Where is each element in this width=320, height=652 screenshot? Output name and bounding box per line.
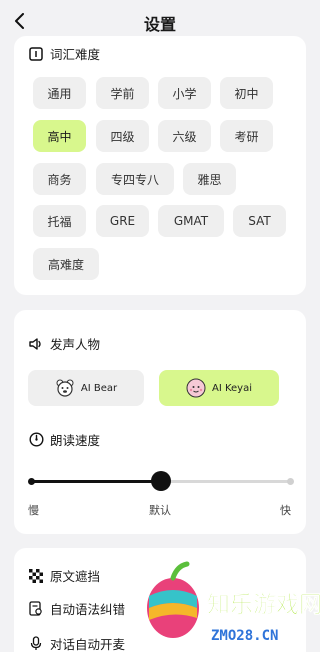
voice-option-ai-keyai[interactable]: AI Keyai	[159, 370, 279, 406]
checkerboard-icon	[28, 568, 44, 584]
speed-title: 朗读速度	[50, 433, 101, 448]
page-title: 设置	[143, 15, 176, 34]
voice-option-label: AI Bear	[80, 382, 118, 394]
chip-vocab-10[interactable]: 雅思	[183, 163, 236, 195]
feature-label: 原文遮挡	[50, 569, 101, 584]
speed-label-default: 默认	[149, 504, 171, 517]
chip-vocab-12[interactable]: GRE	[96, 205, 149, 237]
chip-vocab-11[interactable]: 托福	[33, 205, 86, 237]
chip-vocab-7[interactable]: 考研	[220, 120, 273, 152]
chip-vocab-1[interactable]: 学前	[96, 77, 149, 109]
keyai-avatar-icon	[186, 378, 206, 398]
feature-row-auto-mic[interactable]: 对话自动开麦	[28, 634, 125, 652]
chip-vocab-8[interactable]: 商务	[33, 163, 86, 195]
chip-vocab-13[interactable]: GMAT	[158, 205, 224, 237]
voice-section-header: 发声人物	[28, 334, 100, 353]
chip-vocab-5[interactable]: 四级	[96, 120, 149, 152]
chip-vocab-2[interactable]: 小学	[158, 77, 211, 109]
speed-slider[interactable]	[28, 471, 294, 491]
microphone-icon	[28, 636, 44, 652]
chip-vocab-4[interactable]: 高中	[33, 120, 86, 152]
chip-vocab-6[interactable]: 六级	[158, 120, 211, 152]
speed-gauge-icon	[28, 432, 44, 448]
chip-vocab-0[interactable]: 通用	[33, 77, 86, 109]
slider-knob[interactable]	[151, 471, 171, 491]
chip-vocab-9[interactable]: 专四专八	[96, 163, 174, 195]
slider-stop-slow	[28, 478, 35, 485]
chip-vocab-15[interactable]: 高难度	[33, 248, 99, 280]
chip-vocab-14[interactable]: SAT	[233, 205, 286, 237]
speed-label-fast: 快	[280, 504, 291, 517]
feature-label: 自动语法纠错	[50, 602, 126, 617]
features-card: 原文遮挡 自动语法纠错 对话自动开麦	[14, 548, 306, 652]
speed-label-slow: 慢	[28, 504, 39, 517]
feature-label: 对话自动开麦	[50, 637, 126, 652]
feature-row-text-mask[interactable]: 原文遮挡	[28, 566, 100, 585]
bear-avatar-icon	[56, 379, 74, 397]
vocab-title: 词汇难度	[50, 47, 101, 62]
speaker-icon	[28, 336, 44, 352]
vocab-section-header: 词汇难度	[28, 44, 100, 63]
speed-section-header: 朗读速度	[28, 430, 100, 449]
voice-option-label: AI Keyai	[211, 382, 252, 394]
chip-vocab-3[interactable]: 初中	[220, 77, 273, 109]
voice-speed-card: 发声人物 AI Bear AI Keyai 朗读速度 慢 默认 快	[14, 310, 306, 534]
slider-track-fill	[30, 480, 161, 483]
book-icon	[28, 46, 44, 62]
vocab-difficulty-card: 词汇难度 通用 学前 小学 初中 高中 四级 六级 考研 商务 专四专八 雅思 …	[14, 36, 306, 295]
feature-row-grammar-check[interactable]: 自动语法纠错	[28, 599, 125, 618]
slider-stop-fast	[287, 478, 294, 485]
voice-title: 发声人物	[50, 337, 101, 352]
voice-option-ai-bear[interactable]: AI Bear	[28, 370, 144, 406]
document-check-icon	[28, 601, 44, 617]
